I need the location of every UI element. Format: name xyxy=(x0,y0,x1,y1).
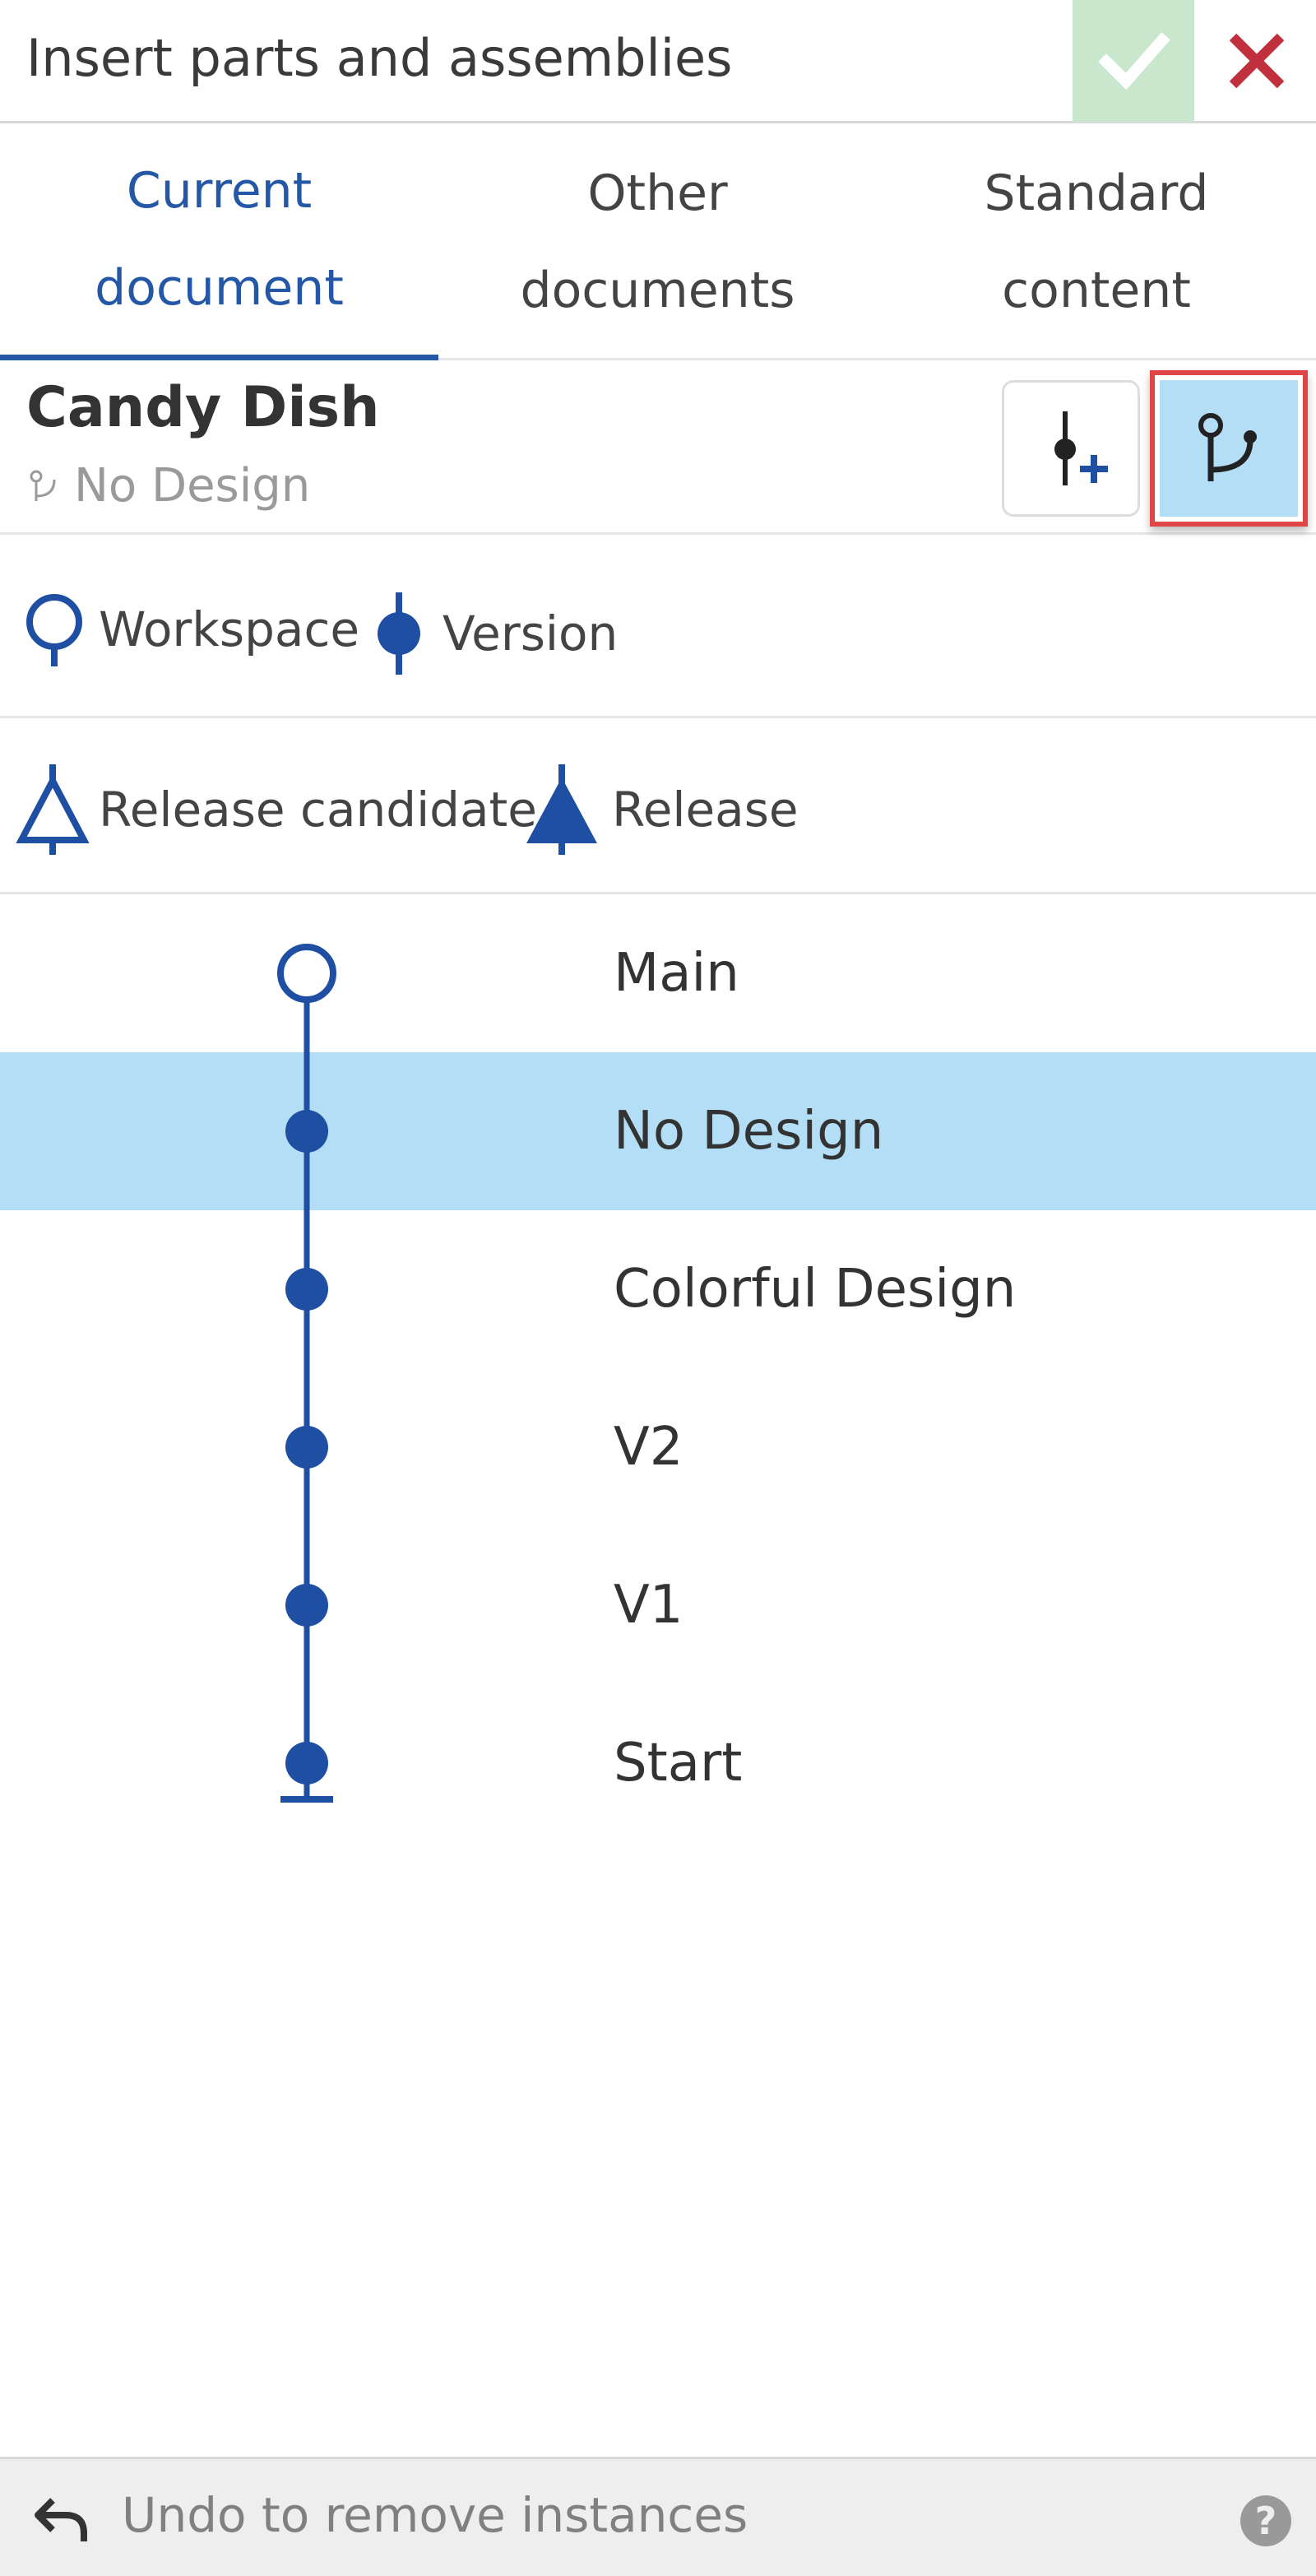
tab-label-line1: Standard xyxy=(984,165,1209,222)
tab-label-line2: documents xyxy=(520,262,795,319)
branch-icon xyxy=(30,470,56,501)
legend-release: Release xyxy=(523,764,799,855)
legend-workspace: Workspace xyxy=(21,592,359,666)
confirm-button[interactable] xyxy=(1073,0,1194,122)
graph-legend-row-2: Release candidate Release xyxy=(0,718,1316,894)
undo-label[interactable]: Undo to remove instances xyxy=(122,2487,748,2543)
help-icon[interactable]: ? xyxy=(1240,2495,1291,2546)
tab-other-documents[interactable]: Other documents xyxy=(438,123,877,360)
version-node-icon[interactable] xyxy=(285,1426,328,1469)
check-icon xyxy=(1098,32,1170,91)
close-button[interactable] xyxy=(1198,0,1316,122)
version-node-icon[interactable] xyxy=(285,1268,328,1311)
panel-title: Insert parts and assemblies xyxy=(26,28,733,88)
legend-release-candidate: Release candidate xyxy=(15,764,537,855)
panel-header: Insert parts and assemblies xyxy=(0,0,1316,123)
tab-current-document[interactable]: Current document xyxy=(0,123,438,360)
tab-standard-content[interactable]: Standard content xyxy=(877,123,1316,360)
branch-button-highlight xyxy=(1150,370,1308,527)
version-icon xyxy=(378,592,420,675)
legend-release-label: Release xyxy=(612,782,799,838)
workspace-icon xyxy=(26,594,82,666)
tab-label-line1: Other xyxy=(587,165,728,222)
current-branch-label: No Design xyxy=(74,459,311,513)
tab-label-line2: content xyxy=(1002,262,1191,319)
release-candidate-icon xyxy=(16,764,90,855)
insert-version-button[interactable] xyxy=(1002,380,1140,517)
branch-icon xyxy=(1198,413,1257,481)
source-tabs: Current document Other documents Standar… xyxy=(0,123,1316,360)
legend-workspace-label: Workspace xyxy=(99,601,360,657)
workspace-node-icon[interactable] xyxy=(277,944,336,1003)
document-header: Candy Dish No Design xyxy=(0,360,1316,535)
legend-release-candidate-label: Release candidate xyxy=(99,782,537,838)
tab-label-line1: Current xyxy=(126,161,313,220)
legend-version: Version xyxy=(372,592,618,675)
document-title: Candy Dish xyxy=(26,375,380,440)
version-graph: Main No Design Colorful Design V2 V1 Start xyxy=(0,894,1316,2458)
tab-label-line2: document xyxy=(95,258,344,317)
release-icon xyxy=(526,764,597,855)
graph-legend-row-1: Workspace Version xyxy=(0,535,1316,718)
version-node-icon[interactable] xyxy=(285,1110,328,1153)
current-branch: No Design xyxy=(26,459,310,513)
panel-footer: Undo to remove instances ? xyxy=(0,2457,1316,2576)
graph-lines xyxy=(277,944,336,1803)
version-node-icon[interactable] xyxy=(285,1584,328,1627)
legend-version-label: Version xyxy=(443,606,619,661)
version-node-icon[interactable] xyxy=(285,1742,328,1785)
undo-icon[interactable] xyxy=(33,2490,90,2548)
close-icon xyxy=(1229,33,1285,89)
insert-version-icon xyxy=(1054,411,1108,485)
create-branch-button[interactable] xyxy=(1160,380,1298,517)
